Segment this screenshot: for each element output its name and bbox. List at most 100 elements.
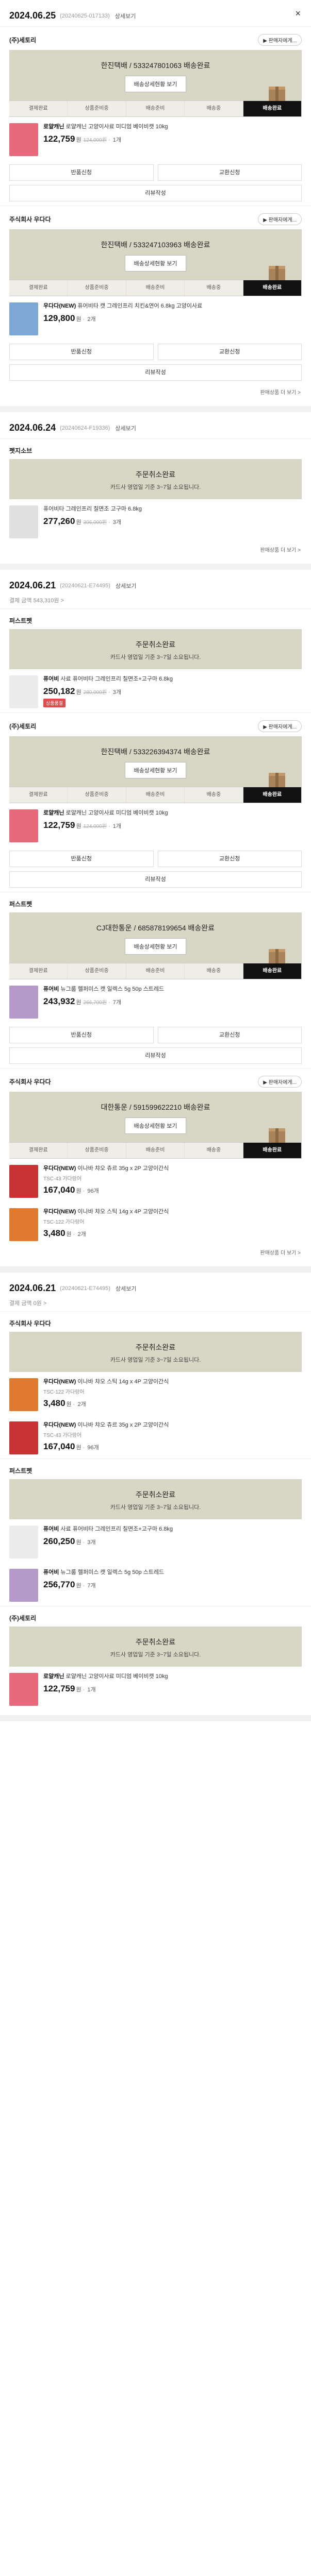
product-thumbnail[interactable] <box>9 1421 38 1454</box>
order-date: 2024.06.21 <box>9 1283 56 1293</box>
write-review-button[interactable]: 리뷰작성 <box>9 871 302 888</box>
order-detail-link[interactable]: 상세보기 <box>115 424 136 432</box>
product-item[interactable]: 퓨어비 사료 퓨어비타 그레인프리 칠면조+고구마 6.8kg 260,250 원 … <box>0 1519 311 1563</box>
delivery-status-title: 주문취소완료 <box>135 640 176 649</box>
product-thumbnail[interactable] <box>9 505 38 538</box>
delivery-step: 결제완료 <box>9 101 68 116</box>
product-item[interactable]: 우다다(NEW) 이나바 챠오 스틱 14g x 4P 고양이간식 TSC-122… <box>0 1372 311 1415</box>
product-info: 우다다(NEW) 이나바 챠오 츄르 35g x 2P 고양이간식 TSC-43 … <box>43 1421 302 1454</box>
delivery-step: 배송준비 <box>126 1143 185 1158</box>
more-products-link[interactable]: 판매상품 더 보기 > <box>0 543 311 558</box>
shop-name[interactable]: (주)세토리 <box>9 1614 36 1622</box>
product-thumbnail[interactable] <box>9 1569 38 1602</box>
price-unit: 원 <box>76 823 81 829</box>
delivery-step: 결제완료 <box>9 787 68 803</box>
product-item[interactable]: 퓨어비타 그레인프리 칠면조 고구마 6.8kg 277,260 원 306,000원… <box>0 499 311 543</box>
product-thumbnail[interactable] <box>9 986 38 1019</box>
delivery-detail-button[interactable]: 배송상세현황 보기 <box>125 76 186 92</box>
product-item[interactable]: 로얄캐닌 로얄캐닌 고양이사료 미디엄 베이비캣 10kg 122,759 원 124… <box>0 803 311 846</box>
product-item[interactable]: 우다다(NEW) 이나바 챠오 스틱 14g x 4P 고양이간식 TSC-122… <box>0 1202 311 1245</box>
price-unit: 원 <box>76 316 81 323</box>
write-review-button[interactable]: 리뷰작성 <box>9 1047 302 1064</box>
product-thumbnail[interactable] <box>9 1378 38 1411</box>
return-request-button[interactable]: 반품신청 <box>9 851 154 867</box>
write-review-button[interactable]: 리뷰작성 <box>9 364 302 381</box>
product-item[interactable]: 퓨어비 뉴그룹 헬퍼미스 캣 일렉스 5g 50p 스트레드 243,932 원 26… <box>0 979 311 1023</box>
more-products-link[interactable]: 판매상품 더 보기 > <box>0 385 311 401</box>
delivery-status-title: 주문취소완료 <box>135 1343 176 1351</box>
product-name[interactable]: 우다다(NEW) 이나바 챠오 츄르 35g x 2P 고양이간식 <box>43 1165 302 1173</box>
product-name[interactable]: 퓨어비 뉴그룹 헬퍼미스 캣 일렉스 5g 50p 스트레드 <box>43 1569 302 1577</box>
shop-name[interactable]: (주)세토리 <box>9 722 36 731</box>
payment-amount[interactable]: 결제 금액 0원 > <box>0 1299 311 1311</box>
order-detail-link[interactable]: 상세보기 <box>116 582 136 590</box>
price-row: 122,759 원 124,000원 · 1개 <box>43 133 121 144</box>
product-name[interactable]: 퓨어비 사료 퓨어비타 그레인프리 칠면조+고구마 6.8kg <box>43 675 302 683</box>
product-name[interactable]: 우다다(NEW) 이나바 챠오 스틱 14g x 4P 고양이간식 <box>43 1378 302 1386</box>
exchange-request-button[interactable]: 교환신청 <box>157 1027 302 1043</box>
product-item[interactable]: 로얄캐닌 로얄캐닌 고양이사료 미디엄 베이비캣 10kg 122,759 원 · … <box>0 1667 311 1710</box>
return-request-button[interactable]: 반품신청 <box>9 164 154 181</box>
product-item[interactable]: 로얄캐닌 로얄캐닌 고양이사료 미디엄 베이비캣 10kg 122,759 원 124… <box>0 117 311 160</box>
seller-talk-button[interactable]: ▶ 판매자에게... <box>258 720 302 732</box>
product-thumbnail[interactable] <box>9 1673 38 1706</box>
product-thumbnail[interactable] <box>9 809 38 842</box>
product-name[interactable]: 로얄캐닌 로얄캐닌 고양이사료 미디엄 베이비캣 10kg <box>43 1673 302 1681</box>
seller-talk-button[interactable]: ▶ 판매자에게... <box>258 1076 302 1088</box>
product-name[interactable]: 우다다(NEW) 이나바 챠오 츄르 35g x 2P 고양이간식 <box>43 1421 302 1429</box>
order-number: (20240625-017133) <box>60 12 110 19</box>
product-name[interactable]: 퓨어비 사료 퓨어비타 그레인프리 칠면조+고구마 6.8kg <box>43 1526 302 1533</box>
shop-name[interactable]: 퍼스트펫 <box>9 900 32 908</box>
product-price: 167,040 <box>43 1184 75 1195</box>
product-thumbnail[interactable] <box>9 675 38 708</box>
shop-name[interactable]: 퍼스트펫 <box>9 1466 32 1475</box>
product-thumbnail[interactable] <box>9 1165 38 1198</box>
delivery-detail-button[interactable]: 배송상세현황 보기 <box>125 762 186 778</box>
product-thumbnail[interactable] <box>9 1208 38 1241</box>
product-item[interactable]: 우다다(NEW) 이나바 챠오 츄르 35g x 2P 고양이간식 TSC-43 … <box>0 1415 311 1459</box>
shop-header: 퍼스트펫 <box>0 1463 311 1479</box>
return-request-button[interactable]: 반품신청 <box>9 344 154 360</box>
product-thumbnail[interactable] <box>9 302 38 335</box>
product-item[interactable]: 퓨어비 뉴그룹 헬퍼미스 캣 일렉스 5g 50p 스트레드 256,770 원 ·… <box>0 1563 311 1606</box>
product-brand: 우다다(NEW) <box>43 1379 76 1385</box>
shop-name[interactable]: 펫지소브 <box>9 446 32 455</box>
write-review-button[interactable]: 리뷰작성 <box>9 185 302 201</box>
shop-name[interactable]: 주식회사 우다다 <box>9 1077 51 1086</box>
delivery-detail-button[interactable]: 배송상세현황 보기 <box>125 938 186 955</box>
delivery-detail-button[interactable]: 배송상세현황 보기 <box>125 1117 186 1134</box>
seller-talk-button[interactable]: ▶ 판매자에게... <box>258 34 302 46</box>
seller-talk-button[interactable]: ▶ 판매자에게... <box>258 213 302 225</box>
product-info: 퓨어비 사료 퓨어비타 그레인프리 칠면조+고구마 6.8kg 250,182 원 2… <box>43 675 302 708</box>
order-detail-link[interactable]: 상세보기 <box>115 12 136 20</box>
product-name[interactable]: 퓨어비 뉴그룹 헬퍼미스 캣 일렉스 5g 50p 스트레드 <box>43 986 302 993</box>
close-icon[interactable]: × <box>295 8 301 19</box>
product-name[interactable]: 우다다(NEW) 이나바 챠오 스틱 14g x 4P 고양이간식 <box>43 1208 302 1216</box>
return-request-button[interactable]: 반품신청 <box>9 1027 154 1043</box>
product-name[interactable]: 로얄캐닌 로얄캐닌 고양이사료 미디엄 베이비캣 10kg <box>43 123 302 131</box>
shop-name[interactable]: 퍼스트펫 <box>9 616 32 625</box>
more-products-link[interactable]: 판매상품 더 보기 > <box>0 1245 311 1261</box>
product-name[interactable]: 퓨어비타 그레인프리 칠면조 고구마 6.8kg <box>43 505 302 513</box>
exchange-request-button[interactable]: 교환신청 <box>157 851 302 867</box>
shop-name[interactable]: 주식회사 우다다 <box>9 1319 51 1328</box>
product-item[interactable]: 우다다(NEW) 퓨어비타 캣 그레인프리 치킨&연어 6.8kg 고양이사료 1… <box>0 296 311 340</box>
product-name[interactable]: 로얄캐닌 로얄캐닌 고양이사료 미디엄 베이비캣 10kg <box>43 809 302 817</box>
exchange-request-button[interactable]: 교환신청 <box>157 164 302 181</box>
delivery-status-title: 주문취소완료 <box>135 470 176 479</box>
exchange-request-button[interactable]: 교환신청 <box>157 344 302 360</box>
payment-amount[interactable]: 결제 금액 543,310원 > <box>0 596 311 608</box>
product-item[interactable]: 우다다(NEW) 이나바 챠오 츄르 35g x 2P 고양이간식 TSC-43 … <box>0 1159 311 1202</box>
product-name[interactable]: 우다다(NEW) 퓨어비타 캣 그레인프리 치킨&연어 6.8kg 고양이사료 <box>43 302 302 310</box>
delivery-detail-button[interactable]: 배송상세현황 보기 <box>125 255 186 272</box>
product-thumbnail[interactable] <box>9 123 38 156</box>
order-detail-link[interactable]: 상세보기 <box>116 1284 136 1293</box>
product-thumbnail[interactable] <box>9 1526 38 1558</box>
delivery-step: 상품준비중 <box>68 1143 126 1158</box>
shop-name[interactable]: (주)세토리 <box>9 36 36 44</box>
shop-name[interactable]: 주식회사 우다다 <box>9 215 51 224</box>
delivery-steps: 결제완료 상품준비중 배송준비 배송중 배송완료 <box>9 949 302 979</box>
product-item[interactable]: 퓨어비 사료 퓨어비타 그레인프리 칠면조+고구마 6.8kg 250,182 원 2… <box>0 669 311 713</box>
price-row: 122,759 원 · 1개 <box>43 1683 96 1693</box>
delivery-status-desc: 카드사 영업일 기준 3~7일 소요됩니다. <box>110 1504 201 1511</box>
